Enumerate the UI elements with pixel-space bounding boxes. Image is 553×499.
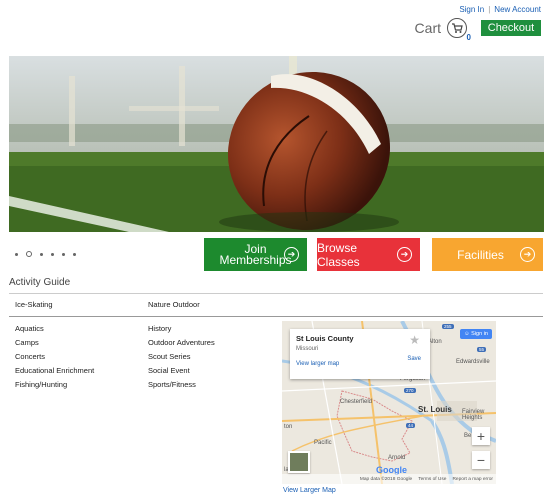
carousel-dot[interactable]: [51, 252, 54, 256]
category-link[interactable]: History: [148, 324, 171, 333]
view-larger-map-link[interactable]: View Larger Map: [283, 487, 336, 494]
football-illustration: [9, 56, 544, 232]
report-map-error-link[interactable]: Report a map error: [452, 477, 493, 482]
carousel-dot-active[interactable]: [26, 251, 32, 257]
embedded-map[interactable]: Alton Edwardsville Ferguson Chesterfield…: [282, 321, 496, 484]
category-link[interactable]: Fishing/Hunting: [15, 380, 67, 389]
carousel-pagination: [15, 251, 76, 257]
sign-in-link[interactable]: Sign In: [459, 5, 484, 14]
facilities-button[interactable]: Facilities ➔: [432, 238, 543, 271]
user-icon: ☺: [464, 331, 470, 337]
terms-of-use-link[interactable]: Terms of Use: [418, 477, 446, 482]
map-attribution: Map data ©2018 Google Terms of Use Repor…: [282, 474, 496, 484]
category-link[interactable]: Ice-Skating: [15, 300, 53, 309]
checkout-button[interactable]: Checkout: [481, 20, 541, 36]
shopping-cart-icon: [452, 23, 463, 33]
zoom-out-button[interactable]: −: [472, 451, 490, 469]
hero-banner-image: [9, 56, 544, 232]
carousel-dot[interactable]: [73, 252, 76, 256]
browse-classes-button[interactable]: Browse Classes ➔: [317, 238, 420, 271]
join-label-line2: Memberships: [219, 252, 292, 267]
map-label-edwardsville: Edwardsville: [456, 359, 490, 365]
highway-shield: 55: [477, 347, 487, 352]
satellite-toggle-thumbnail[interactable]: [288, 451, 310, 473]
cart-count-badge: 0: [466, 33, 471, 42]
map-label-st-louis: St. Louis: [418, 405, 452, 414]
place-subtitle: Missouri: [296, 346, 319, 352]
place-title: St Louis County: [296, 334, 354, 343]
category-link[interactable]: Aquatics: [15, 324, 44, 333]
category-link[interactable]: Educational Enrichment: [15, 366, 94, 375]
map-label-ton: ton: [284, 424, 293, 430]
map-label-be: Be: [464, 433, 472, 439]
carousel-dot[interactable]: [62, 252, 65, 256]
map-label-chesterfield: Chesterfield: [340, 399, 373, 405]
join-memberships-button[interactable]: Join Memberships ➔: [204, 238, 307, 271]
highway-shield: 270: [404, 388, 416, 393]
carousel-dot[interactable]: [15, 252, 18, 256]
category-link[interactable]: Nature Outdoor: [148, 300, 200, 309]
category-link[interactable]: Camps: [15, 338, 39, 347]
arrow-right-icon: ➔: [520, 247, 535, 262]
facilities-label: Facilities: [457, 247, 504, 262]
account-links: Sign In | New Account: [459, 5, 541, 14]
category-link[interactable]: Scout Series: [148, 352, 191, 361]
zoom-in-button[interactable]: +: [472, 427, 490, 445]
map-label-fairview: Fairview Heights: [462, 409, 485, 421]
link-separator: |: [488, 5, 491, 14]
map-label-alton: Alton: [428, 339, 442, 345]
map-sign-in-label: Sign in: [471, 331, 488, 337]
arrow-right-icon: ➔: [397, 247, 412, 262]
category-link[interactable]: Social Event: [148, 366, 190, 375]
category-link[interactable]: Sports/Fitness: [148, 380, 196, 389]
carousel-dot[interactable]: [40, 252, 43, 256]
star-icon[interactable]: ★: [409, 333, 420, 347]
cart-area: Cart 0 Checkout: [415, 17, 541, 42]
view-larger-map-inline-link[interactable]: View larger map: [296, 361, 424, 367]
highway-shield: 44: [406, 423, 416, 428]
map-data-attribution: Map data ©2018 Google: [359, 476, 413, 482]
join-memberships-label: Join Memberships: [219, 243, 292, 267]
category-link[interactable]: Outdoor Adventures: [148, 338, 215, 347]
category-link[interactable]: Concerts: [15, 352, 45, 361]
map-label-arnold: Arnold: [388, 455, 406, 461]
map-label-pacific: Pacific: [314, 440, 332, 446]
cart-icon[interactable]: 0: [447, 18, 471, 42]
divider: [9, 316, 543, 317]
highway-shield: 255: [442, 324, 454, 329]
cart-label[interactable]: Cart: [415, 20, 441, 36]
new-account-link[interactable]: New Account: [494, 5, 541, 14]
save-place-link[interactable]: Save: [407, 356, 421, 362]
arrow-right-icon: ➔: [284, 247, 299, 262]
place-info-card: St Louis County Missouri View larger map…: [290, 329, 430, 379]
browse-classes-label: Browse Classes: [317, 240, 360, 269]
activity-guide-title: Activity Guide: [9, 277, 71, 288]
map-sign-in-button[interactable]: ☺ Sign in: [460, 329, 492, 339]
divider: [9, 293, 543, 294]
